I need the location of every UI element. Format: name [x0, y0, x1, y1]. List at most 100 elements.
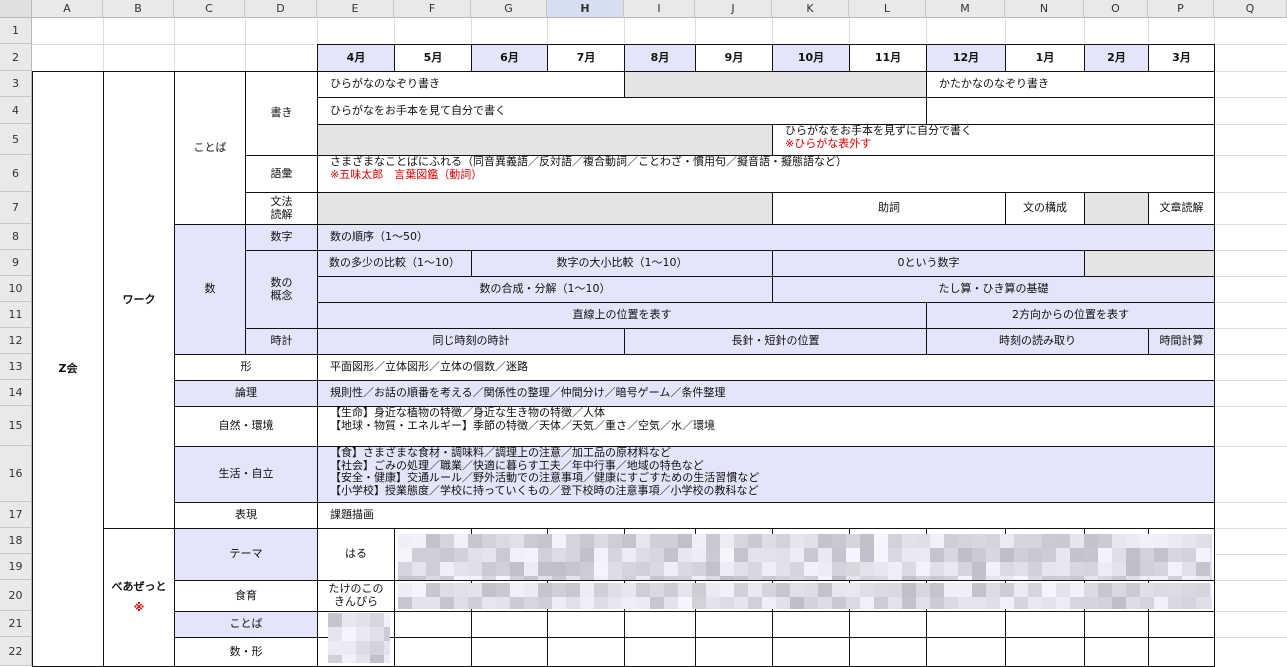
row-header-9[interactable]: 9 — [0, 250, 32, 276]
row7-blank2[interactable] — [1084, 192, 1149, 225]
column-header-e[interactable]: E — [317, 0, 394, 18]
row-header-8[interactable]: 8 — [0, 224, 32, 250]
label-suji[interactable]: 数字 — [245, 224, 318, 251]
month-header[interactable]: 5月 — [394, 44, 472, 72]
column-header-a[interactable]: A — [32, 0, 103, 18]
month-header[interactable]: 11月 — [849, 44, 927, 72]
row13-shapes[interactable]: 平面図形／立体図形／立体の個数／迷路 — [317, 354, 1215, 381]
kazu-katachi-month[interactable] — [547, 637, 625, 667]
column-header-m[interactable]: M — [926, 0, 1005, 18]
column-header-l[interactable]: L — [849, 0, 926, 18]
kazu-katachi-month[interactable] — [772, 637, 850, 667]
row11-line-position[interactable]: 直線上の位置を表す — [317, 302, 927, 329]
column-header-k[interactable]: K — [772, 0, 849, 18]
label-seikatsu[interactable]: 生活・自立 — [174, 446, 318, 503]
row-header-13[interactable]: 13 — [0, 354, 32, 380]
select-all-corner[interactable] — [0, 0, 32, 18]
column-header-p[interactable]: P — [1148, 0, 1214, 18]
row3-katakana-trace[interactable]: かたかなのなぞり書き — [926, 71, 1215, 98]
kazu-katachi-month[interactable] — [926, 637, 1006, 667]
row15-nature[interactable]: 【生命】身近な植物の特徴／身近な生き物の特徴／人体 【地球・物質・エネルギー】季節… — [317, 406, 1215, 447]
column-header-h[interactable]: H — [547, 0, 624, 18]
row-header-15[interactable]: 15 — [0, 406, 32, 446]
kotoba-month[interactable] — [1005, 611, 1085, 638]
row-header-22[interactable]: 22 — [0, 637, 32, 666]
column-header-c[interactable]: C — [174, 0, 245, 18]
label-kotoba-2[interactable]: ことば — [174, 611, 318, 638]
month-header[interactable]: 6月 — [471, 44, 548, 72]
row7-reading[interactable]: 文章読解 — [1148, 192, 1215, 225]
row-header-3[interactable]: 3 — [0, 71, 32, 97]
month-header[interactable]: 4月 — [317, 44, 395, 72]
row3-blank[interactable] — [624, 71, 927, 98]
row-header-1[interactable]: 1 — [0, 18, 32, 44]
row16-life[interactable]: 【食】さまざまな食材・調味料／調理上の注意／加工品の原材料など 【社会】ごみの処理… — [317, 446, 1215, 503]
kotoba-month[interactable] — [1084, 611, 1149, 638]
row10-add-sub[interactable]: たし算・ひき算の基礎 — [772, 276, 1215, 303]
label-kaki[interactable]: 書き — [245, 71, 318, 156]
row-header-17[interactable]: 17 — [0, 502, 32, 528]
row9-compare-count[interactable]: 数の多少の比較（1〜10） — [317, 250, 472, 277]
kazu-katachi-month[interactable] — [624, 637, 696, 667]
kazu-katachi-month[interactable] — [695, 637, 773, 667]
row-header-7[interactable]: 7 — [0, 192, 32, 224]
row-header-11[interactable]: 11 — [0, 302, 32, 328]
row3-hiragana-trace[interactable]: ひらがなのなぞり書き — [317, 71, 625, 98]
kotoba-month[interactable] — [547, 611, 625, 638]
label-hyogen[interactable]: 表現 — [174, 502, 318, 529]
label-kazu[interactable]: 数 — [174, 224, 246, 355]
row7-blank[interactable] — [317, 192, 773, 225]
kotoba-month[interactable] — [849, 611, 927, 638]
label-shokuiku[interactable]: 食育 — [174, 580, 318, 612]
kotoba-month[interactable] — [394, 611, 472, 638]
kazu-katachi-month[interactable] — [849, 637, 927, 667]
column-header-b[interactable]: B — [103, 0, 174, 18]
row-header-10[interactable]: 10 — [0, 276, 32, 302]
label-z-kai[interactable]: Z会 — [32, 71, 104, 667]
row-header-6[interactable]: 6 — [0, 155, 32, 192]
row12-hands[interactable]: 長針・短針の位置 — [624, 328, 927, 355]
row7-sentence-structure[interactable]: 文の構成 — [1005, 192, 1085, 225]
row8-number-order[interactable]: 数の順序（1〜50） — [317, 224, 1215, 251]
column-header-q[interactable]: Q — [1214, 0, 1287, 18]
column-header-d[interactable]: D — [245, 0, 317, 18]
row-header-16[interactable]: 16 — [0, 446, 32, 502]
theme-april[interactable]: はる — [317, 528, 395, 581]
month-header[interactable]: 3月 — [1148, 44, 1215, 72]
month-header[interactable]: 12月 — [926, 44, 1006, 72]
kazu-katachi-month[interactable] — [394, 637, 472, 667]
column-header-i[interactable]: I — [624, 0, 695, 18]
label-kazu-katachi[interactable]: 数・形 — [174, 637, 318, 667]
row-header-20[interactable]: 20 — [0, 580, 32, 611]
month-header[interactable]: 10月 — [772, 44, 850, 72]
label-tokei[interactable]: 時計 — [245, 328, 318, 355]
row12-same-time[interactable]: 同じ時刻の時計 — [317, 328, 625, 355]
row6-vocabulary[interactable]: さまざまなことばにふれる（同音異義語／反対語／複合動詞／ことわざ・慣用句／擬音語… — [317, 155, 1215, 193]
kotoba-month[interactable] — [926, 611, 1006, 638]
label-bea-zetto[interactable]: べあぜっと ※ — [103, 528, 175, 667]
column-header-o[interactable]: O — [1084, 0, 1148, 18]
row4-blank[interactable] — [926, 97, 1215, 125]
row9-zero[interactable]: 0という数字 — [772, 250, 1085, 277]
kotoba-month[interactable] — [1148, 611, 1215, 638]
label-work[interactable]: ワーク — [103, 71, 175, 529]
kotoba-month[interactable] — [471, 611, 548, 638]
kazu-katachi-month[interactable] — [1148, 637, 1215, 667]
kazu-katachi-month[interactable] — [1005, 637, 1085, 667]
month-header[interactable]: 1月 — [1005, 44, 1085, 72]
label-kazu-gainen[interactable]: 数の 概念 — [245, 250, 318, 329]
label-katachi[interactable]: 形 — [174, 354, 318, 381]
month-header[interactable]: 9月 — [695, 44, 773, 72]
row-header-18[interactable]: 18 — [0, 528, 32, 554]
label-shizen[interactable]: 自然・環境 — [174, 406, 318, 447]
column-header-j[interactable]: J — [695, 0, 772, 18]
row11-two-direction[interactable]: 2方向からの位置を表す — [926, 302, 1215, 329]
row12-read-time[interactable]: 時刻の読み取り — [926, 328, 1149, 355]
row9-blank[interactable] — [1084, 250, 1215, 277]
kotoba-month[interactable] — [695, 611, 773, 638]
label-theme[interactable]: テーマ — [174, 528, 318, 581]
row-header-14[interactable]: 14 — [0, 380, 32, 406]
row4-hiragana-copy[interactable]: ひらがなをお手本を見て自分で書く — [317, 97, 927, 125]
row-header-5[interactable]: 5 — [0, 124, 32, 155]
row-header-19[interactable]: 19 — [0, 554, 32, 580]
